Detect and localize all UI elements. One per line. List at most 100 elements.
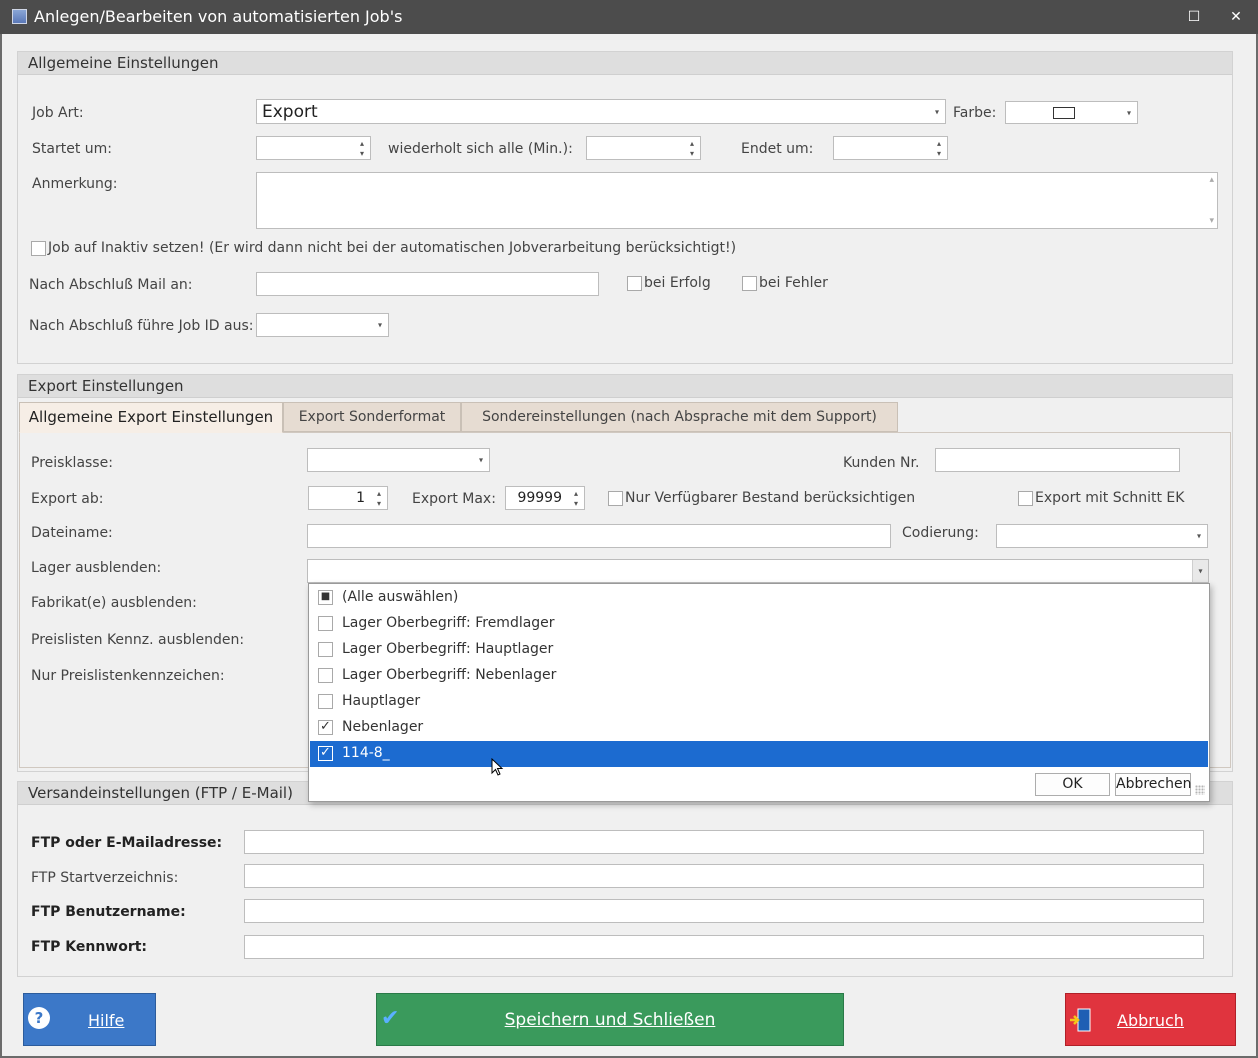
- chevron-down-icon: ▾: [377, 320, 382, 330]
- chevron-down-icon: ▾: [1126, 108, 1131, 117]
- job-art-select[interactable]: Export ▾: [256, 99, 946, 124]
- preisklasse-label: Preisklasse:: [31, 455, 113, 471]
- checkbox[interactable]: ✓: [318, 719, 333, 735]
- ftp-address-label: FTP oder E-Mailadresse:: [31, 835, 223, 851]
- wiederholt-label: wiederholt sich alle (Min.):: [388, 141, 573, 157]
- export-max-value: 99999: [517, 490, 562, 506]
- list-item-nebenlager[interactable]: ✓ Nebenlager: [310, 715, 1208, 741]
- preisklasse-select[interactable]: ▾: [307, 448, 490, 472]
- job-art-value: Export: [262, 102, 318, 122]
- mouse-cursor-icon: [491, 758, 504, 776]
- checkbox[interactable]: ■: [318, 590, 333, 605]
- lager-checked-combo[interactable]: ▾: [307, 559, 1209, 583]
- schnitt-ek-checkbox[interactable]: [1018, 491, 1033, 506]
- spin-buttons[interactable]: ▴ ▾: [371, 487, 387, 509]
- start-time-spinner[interactable]: ▴ ▾: [256, 136, 371, 160]
- end-time-spinner[interactable]: ▴ ▾: [833, 136, 948, 160]
- general-settings-header: Allgemeine Einstellungen: [18, 52, 1232, 75]
- color-picker[interactable]: ▾: [1005, 101, 1138, 124]
- startet-label: Startet um:: [32, 141, 112, 157]
- nur-preislisten-label: Nur Preislistenkennzeichen:: [31, 668, 225, 684]
- tab-export-sonderformat[interactable]: Export Sonderformat: [283, 402, 461, 432]
- spin-buttons[interactable]: ▴ ▾: [931, 137, 947, 159]
- close-button[interactable]: ✕: [1225, 6, 1247, 28]
- window-titlebar: Anlegen/Bearbeiten von automatisierten J…: [0, 0, 1258, 34]
- list-item-nebenlager-oberbegriff[interactable]: Lager Oberbegriff: Nebenlager: [310, 663, 1208, 689]
- chevron-down-icon: ▾: [934, 107, 939, 116]
- codierung-label: Codierung:: [902, 525, 979, 541]
- anmerkung-label: Anmerkung:: [32, 176, 118, 192]
- list-item-hauptlager[interactable]: Hauptlager: [310, 689, 1208, 715]
- export-max-label: Export Max:: [412, 491, 496, 507]
- mail-input[interactable]: [256, 272, 599, 296]
- checkbox[interactable]: [318, 616, 333, 631]
- bei-erfolg-checkbox[interactable]: [627, 276, 642, 291]
- spin-buttons[interactable]: ▴ ▾: [684, 137, 700, 159]
- export-ab-spinner[interactable]: 1 ▴ ▾: [308, 486, 388, 510]
- chevron-down-icon: ▾: [1192, 560, 1208, 582]
- ftp-user-input[interactable]: [244, 899, 1204, 923]
- chevron-down-icon: ▾: [478, 455, 483, 465]
- job-id-select[interactable]: ▾: [256, 313, 389, 337]
- list-item-fremdlager-oberbegriff[interactable]: Lager Oberbegriff: Fremdlager: [310, 611, 1208, 637]
- ftp-address-input[interactable]: [244, 830, 1204, 854]
- checkbox[interactable]: ✓: [318, 745, 333, 761]
- inaktiv-checkbox[interactable]: [31, 241, 46, 256]
- farbe-label: Farbe:: [953, 105, 997, 121]
- lager-label: Lager ausblenden:: [31, 560, 162, 576]
- bei-fehler-checkbox[interactable]: [742, 276, 757, 291]
- repeat-interval-spinner[interactable]: ▴ ▾: [586, 136, 701, 160]
- abbruch-button-label: Abbruch: [1117, 1011, 1184, 1030]
- ftp-start-input[interactable]: [244, 864, 1204, 888]
- mail-label: Nach Abschluß Mail an:: [29, 277, 193, 293]
- checkbox[interactable]: [318, 668, 333, 683]
- ok-button[interactable]: OK: [1035, 773, 1110, 796]
- inaktiv-label: Job auf Inaktiv setzen! (Er wird dann ni…: [48, 240, 737, 256]
- bei-fehler-label: bei Fehler: [759, 275, 828, 291]
- export-settings-header: Export Einstellungen: [18, 375, 1232, 398]
- ftp-start-label: FTP Startverzeichnis:: [31, 870, 179, 886]
- tab-sondereinstellungen[interactable]: Sondereinstellungen (nach Absprache mit …: [461, 402, 898, 432]
- resize-grip-icon[interactable]: [1195, 785, 1205, 795]
- abbruch-button[interactable]: Abbruch: [1065, 993, 1236, 1046]
- tab-allgemeine-export[interactable]: Allgemeine Export Einstellungen: [19, 402, 283, 433]
- dateiname-input[interactable]: [307, 524, 891, 548]
- ftp-password-label: FTP Kennwort:: [31, 939, 148, 955]
- nur-verfuegbar-label: Nur Verfügbarer Bestand berücksichtigen: [625, 490, 916, 506]
- list-item-alle-auswaehlen[interactable]: ■ (Alle auswählen): [310, 585, 1208, 611]
- fabrikat-label: Fabrikat(e) ausblenden:: [31, 595, 197, 611]
- save-and-close-button[interactable]: ✔ Speichern und Schließen: [376, 993, 844, 1046]
- export-ab-label: Export ab:: [31, 491, 104, 507]
- help-icon: ?: [28, 1007, 50, 1029]
- abbrechen-button[interactable]: Abbrechen: [1115, 773, 1191, 796]
- color-swatch: [1053, 107, 1075, 119]
- window-title: Anlegen/Bearbeiten von automatisierten J…: [34, 7, 403, 26]
- kunden-nr-label: Kunden Nr.: [843, 455, 920, 471]
- spin-buttons[interactable]: ▴ ▾: [354, 137, 370, 159]
- scroll-up-icon[interactable]: ▴: [1209, 175, 1214, 185]
- preislisten-label: Preislisten Kennz. ausblenden:: [31, 632, 245, 648]
- list-item-hauptlager-oberbegriff[interactable]: Lager Oberbegriff: Hauptlager: [310, 637, 1208, 663]
- spin-buttons[interactable]: ▴ ▾: [568, 487, 584, 509]
- anmerkung-textarea[interactable]: ▴ ▾: [256, 172, 1218, 229]
- scroll-down-icon[interactable]: ▾: [1209, 216, 1214, 226]
- endet-label: Endet um:: [741, 141, 814, 157]
- schnitt-ek-label: Export mit Schnitt EK: [1035, 490, 1185, 506]
- kunden-nr-input[interactable]: [935, 448, 1180, 472]
- job-art-label: Job Art:: [32, 105, 84, 121]
- checkbox[interactable]: [318, 694, 333, 709]
- checkbox[interactable]: [318, 642, 333, 657]
- ftp-password-input[interactable]: [244, 935, 1204, 959]
- nur-verfuegbar-checkbox[interactable]: [608, 491, 623, 506]
- save-button-label: Speichern und Schließen: [504, 1010, 716, 1030]
- help-button[interactable]: ? Hilfe: [23, 993, 156, 1046]
- list-item-114-8[interactable]: ✓ 114-8_: [310, 741, 1208, 767]
- app-icon: [12, 9, 27, 24]
- maximize-button[interactable]: ☐: [1183, 6, 1205, 28]
- job-id-label: Nach Abschluß führe Job ID aus:: [29, 318, 254, 334]
- export-max-spinner[interactable]: 99999 ▴ ▾: [505, 486, 585, 510]
- dateiname-label: Dateiname:: [31, 525, 113, 541]
- codierung-select[interactable]: ▾: [996, 524, 1208, 548]
- bei-erfolg-label: bei Erfolg: [644, 275, 711, 291]
- chevron-down-icon: ▾: [1196, 531, 1201, 541]
